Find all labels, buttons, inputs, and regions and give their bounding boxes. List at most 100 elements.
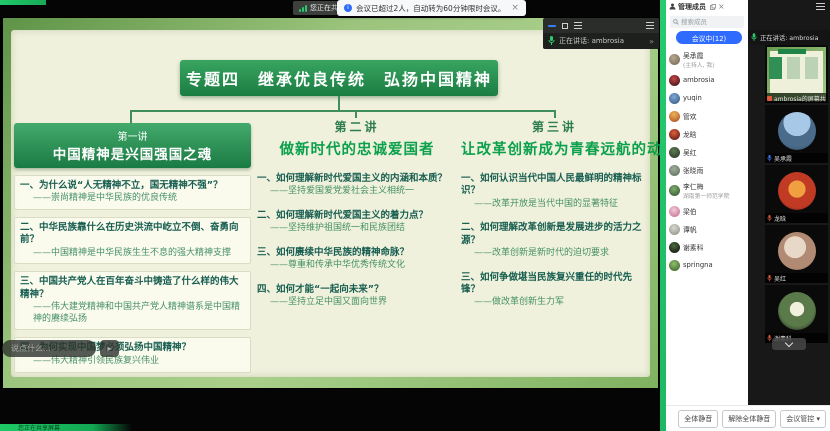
participant-name: 谭帆 xyxy=(683,224,697,234)
active-speaker-bar: 正在讲话: ambrosia » xyxy=(543,33,659,49)
tile-name: 龙晗 xyxy=(774,214,786,223)
avatar xyxy=(669,147,680,158)
video-tile[interactable]: 龙晗 xyxy=(765,165,828,223)
tab-in-meeting[interactable]: 会议中(12) xyxy=(676,31,742,44)
participant-row[interactable]: 张晓雨 xyxy=(666,161,748,179)
video-tile[interactable]: 吴红 xyxy=(765,225,828,283)
close-icon[interactable]: × xyxy=(718,2,725,11)
member-panel-header: 管理成员 × xyxy=(666,0,748,13)
minimize-icon[interactable] xyxy=(548,25,556,27)
mic-status-icon xyxy=(767,215,772,222)
slide-frame: 专题四 继承优良传统 弘扬中国精神 第一讲 中国精神是兴国强国之魂 一、为什么说… xyxy=(3,18,658,388)
qa-item: 二、如何理解新时代爱国主义的着力点？ ——坚持维护祖国统一和民族团结 xyxy=(257,210,457,235)
chat-emoji-button[interactable]: ▸ xyxy=(100,340,119,357)
qa-item: 三、中国共产党人在百年奋斗中铸造了什么样的伟大精神？ ——伟大建党精神和中国共产… xyxy=(14,271,251,330)
screen-share-tile[interactable]: ambrosia的屏幕共享 xyxy=(765,45,828,103)
avatar xyxy=(669,54,680,65)
participant-role: (主持人, 我) xyxy=(683,60,714,69)
participant-row[interactable]: 吴红 xyxy=(666,143,748,161)
microphone-icon xyxy=(548,36,555,46)
lecture-3-title: 让改革创新成为青春远航的动力 xyxy=(461,138,648,159)
search-icon xyxy=(673,19,679,25)
window-controls xyxy=(543,18,659,33)
participant-row[interactable]: 谭帆 xyxy=(666,220,748,238)
lecture-column-3: 第三讲 让改革创新成为青春远航的动力 一、如何认识当代中国人民最鲜明的精神标识？… xyxy=(461,118,648,321)
tile-label: 吴红 xyxy=(765,273,828,283)
answer: ——中国精神是中华民族生生不息的强大精神支撑 xyxy=(20,248,245,260)
video-tile[interactable]: 吴承霞 xyxy=(765,105,828,163)
strip-speaker-label: 正在讲话: ambrosia xyxy=(760,33,819,42)
lecture-1-header: 第一讲 中国精神是兴国强国之魂 xyxy=(14,123,251,168)
lecture-2-number: 第二讲 xyxy=(257,118,457,135)
search-input[interactable] xyxy=(681,18,739,26)
answer: ——坚持爱国爱党爱社会主义相统一 xyxy=(257,186,457,198)
avatar xyxy=(669,75,680,86)
video-tile[interactable]: 谢素科 xyxy=(765,285,828,343)
mic-status-icon xyxy=(767,155,772,162)
bottom-share-strip: 您正在共享屏幕 xyxy=(0,424,132,431)
participant-name: 张晓雨 xyxy=(683,165,703,175)
list-view-icon[interactable] xyxy=(574,22,582,29)
avatar xyxy=(778,112,816,150)
qa-item: 四、如何才能“一起向未来”？ ——坚持立足中国又面向世界 xyxy=(257,284,457,309)
participant-row[interactable]: 李仁梅 湖南第一师范学院 xyxy=(666,179,748,202)
bottom-share-label: 您正在共享屏幕 xyxy=(0,424,60,431)
chat-input[interactable] xyxy=(2,340,96,357)
participant-row[interactable]: 管欢 xyxy=(666,107,748,125)
connector-line xyxy=(355,110,357,118)
avatar xyxy=(778,232,816,270)
app-window: 您正在共享 i 会议已超过2人，自动转为60分钟限时会议。 × 专题四 继承优良… xyxy=(0,0,830,431)
answer: ——伟大精神引领民族复兴伟业 xyxy=(20,356,245,368)
toast-close-icon[interactable]: × xyxy=(511,3,519,13)
strip-active-speaker: 正在讲话: ambrosia xyxy=(748,30,830,45)
unmute-all-button[interactable]: 解除全体静音 xyxy=(722,410,776,428)
answer: ——做改革创新生力军 xyxy=(461,297,648,309)
qa-item: 二、如何理解改革创新是发展进步的活力之源？ ——改革创新是新时代的迫切要求 xyxy=(461,222,648,259)
participant-row[interactable]: 谢素科 xyxy=(666,238,748,256)
lecture-1-title: 中国精神是兴国强国之魂 xyxy=(53,143,213,163)
tile-label: 龙晗 xyxy=(765,213,828,223)
avatar xyxy=(669,129,680,140)
question: 四、如何才能“一起向未来”？ xyxy=(257,284,457,296)
participant-row[interactable]: ambrosia xyxy=(666,71,748,89)
slide-title: 专题四 继承优良传统 弘扬中国精神 xyxy=(186,66,492,90)
participant-row[interactable]: yuqin xyxy=(666,89,748,107)
search-box xyxy=(670,16,744,28)
participant-row[interactable]: springna xyxy=(666,256,748,274)
popout-icon[interactable] xyxy=(710,4,716,10)
answer: ——伟大建党精神和中国共产党人精神谱系是中国精神的赓续弘扬 xyxy=(20,302,245,325)
share-border-top xyxy=(0,0,46,5)
meeting-control-button[interactable]: 会议管控 ▾ xyxy=(780,410,826,428)
avatar xyxy=(669,206,680,217)
participant-row[interactable]: 吴承霞 (主持人, 我) xyxy=(666,48,748,71)
mute-all-button[interactable]: 全体静音 xyxy=(678,410,718,428)
tile-name: 吴红 xyxy=(774,274,786,283)
connector-line xyxy=(338,96,340,110)
tile-label: 吴承霞 xyxy=(765,153,828,163)
participant-name: 管欢 xyxy=(683,111,697,121)
qa-item: 三、如何赓续中华民族的精神命脉？ ——尊重和传承中华优秀传统文化 xyxy=(257,247,457,272)
participant-name: yuqin xyxy=(683,94,702,102)
participant-org: 湖南第一师范学院 xyxy=(683,191,729,200)
info-icon: i xyxy=(344,4,352,12)
signal-icon xyxy=(299,5,307,12)
layout-icon[interactable] xyxy=(646,22,654,29)
members-icon xyxy=(669,3,676,10)
participant-row[interactable]: 梁伯 xyxy=(666,202,748,220)
collapse-strip-button[interactable] xyxy=(772,338,806,350)
avatar xyxy=(669,185,680,196)
sidebar: 管理成员 × 会议中(12) 吴承霞 xyxy=(666,0,830,431)
lecture-3-number: 第三讲 xyxy=(461,118,648,135)
restore-icon[interactable] xyxy=(562,23,568,29)
hamburger-icon[interactable] xyxy=(816,3,825,10)
member-panel: 管理成员 × 会议中(12) 吴承霞 xyxy=(666,0,748,405)
participant-row[interactable]: 龙晗 xyxy=(666,125,748,143)
avatar xyxy=(669,224,680,235)
expand-arrows-icon[interactable]: » xyxy=(649,37,654,46)
share-icon xyxy=(767,96,772,101)
share-label-text: ambrosia的屏幕共享 xyxy=(774,94,826,103)
lecture-2-title: 做新时代的忠诚爱国者 xyxy=(257,138,457,159)
connector-line xyxy=(130,110,132,123)
question: 三、如何争做堪当民族复兴重任的时代先锋？ xyxy=(461,272,648,297)
participant-name: 谢素科 xyxy=(683,242,703,252)
